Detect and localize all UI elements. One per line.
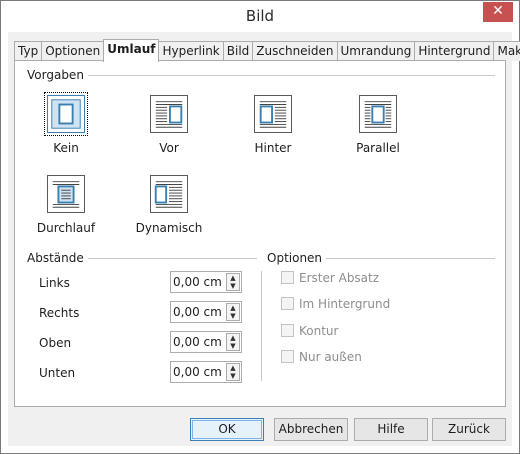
wrap-option-label: Kein (53, 141, 79, 155)
wrap-before-icon (150, 95, 188, 133)
spin-up-icon[interactable]: ▲ (227, 364, 239, 372)
spin-down-icon[interactable]: ▼ (227, 312, 239, 320)
wrap-option-vor[interactable]: Vor (129, 95, 209, 155)
section-separator (261, 271, 262, 381)
spin-buttons[interactable]: ▲ ▼ (226, 273, 240, 291)
section-divider (87, 75, 495, 76)
title-bar: Bild ✕ (1, 1, 519, 32)
tab-panel-umlauf: Vorgaben Kein Vor Hinter Parallel Durchl… (14, 60, 506, 407)
checkbox-im-hintergrund[interactable]: Im Hintergrund (281, 297, 390, 311)
wrap-after-icon (254, 95, 292, 133)
wrap-parallel-icon (359, 95, 397, 133)
spin-down-icon[interactable]: ▼ (227, 372, 239, 380)
wrap-option-label: Hinter (254, 141, 292, 155)
checkbox-label: Nur außen (299, 350, 362, 364)
tab-optionen[interactable]: Optionen (41, 41, 105, 61)
section-label-abstaende: Abstände (27, 251, 88, 265)
spin-buttons[interactable]: ▲ ▼ (226, 333, 240, 351)
tab-hyperlink[interactable]: Hyperlink (158, 41, 224, 61)
spacing-oben-spinfield[interactable]: ▲ ▼ (170, 331, 242, 353)
wrap-option-label: Dynamisch (135, 221, 203, 235)
tab-typ[interactable]: Typ (14, 41, 43, 61)
help-button[interactable]: Hilfe (354, 418, 428, 441)
reset-button[interactable]: Zurück (432, 418, 506, 441)
checkbox-box[interactable] (281, 350, 294, 363)
spacing-rechts-spinfield[interactable]: ▲ ▼ (170, 301, 242, 323)
tab-makro[interactable]: Makro (493, 41, 520, 61)
wrap-optimal-icon (150, 175, 188, 213)
window-title: Bild (245, 7, 275, 25)
close-button[interactable]: ✕ (483, 2, 513, 22)
section-divider (321, 258, 495, 259)
close-icon: ✕ (492, 3, 504, 19)
section-divider (87, 258, 257, 259)
tab-hintergrund[interactable]: Hintergrund (414, 41, 495, 61)
cancel-button[interactable]: Abbrechen (274, 418, 348, 441)
wrap-option-label: Vor (159, 141, 179, 155)
spacing-links-spinfield[interactable]: ▲ ▼ (170, 271, 242, 293)
tab-umlauf[interactable]: Umlauf (103, 39, 160, 62)
wrap-option-kein[interactable]: Kein (26, 92, 106, 155)
spin-up-icon[interactable]: ▲ (227, 274, 239, 282)
spin-buttons[interactable]: ▲ ▼ (226, 363, 240, 381)
checkbox-erster-absatz[interactable]: Erster Absatz (281, 271, 379, 285)
checkbox-box[interactable] (281, 324, 294, 337)
spacing-unten-spinfield[interactable]: ▲ ▼ (170, 361, 242, 383)
spin-buttons[interactable]: ▲ ▼ (226, 303, 240, 321)
spin-down-icon[interactable]: ▼ (227, 342, 239, 350)
spin-up-icon[interactable]: ▲ (227, 334, 239, 342)
spacing-oben-input[interactable] (173, 334, 223, 350)
label-oben: Oben (39, 336, 72, 350)
dialog-client-area: Typ Optionen Umlauf Hyperlink Bild Zusch… (8, 32, 520, 446)
tab-bild[interactable]: Bild (222, 41, 254, 61)
checkbox-box[interactable] (281, 297, 294, 310)
spacing-rechts-input[interactable] (173, 304, 223, 320)
tab-bar: Typ Optionen Umlauf Hyperlink Bild Zusch… (14, 39, 520, 62)
spin-down-icon[interactable]: ▼ (227, 282, 239, 290)
spin-up-icon[interactable]: ▲ (227, 304, 239, 312)
ok-button[interactable]: OK (190, 418, 264, 441)
wrap-through-icon (47, 175, 85, 213)
checkbox-label: Erster Absatz (299, 271, 380, 285)
tab-umrandung[interactable]: Umrandung (336, 41, 416, 61)
checkbox-kontur[interactable]: Kontur (281, 324, 338, 338)
checkbox-nur-aussen[interactable]: Nur außen (281, 350, 362, 364)
checkbox-box[interactable] (281, 271, 294, 284)
tab-zuschneiden[interactable]: Zuschneiden (252, 41, 338, 61)
wrap-option-parallel[interactable]: Parallel (338, 95, 418, 155)
label-links: Links (39, 276, 70, 290)
label-rechts: Rechts (39, 306, 80, 320)
spacing-links-input[interactable] (173, 274, 223, 290)
wrap-option-label: Parallel (356, 141, 400, 155)
section-label-optionen: Optionen (267, 251, 327, 265)
wrap-option-label: Durchlauf (36, 221, 96, 235)
wrap-option-hinter[interactable]: Hinter (233, 95, 313, 155)
checkbox-label: Kontur (299, 324, 339, 338)
label-unten: Unten (39, 366, 76, 380)
wrap-none-icon (44, 92, 88, 136)
wrap-option-dynamisch[interactable]: Dynamisch (129, 175, 209, 235)
section-label-vorgaben: Vorgaben (27, 68, 88, 82)
dialog-window: Bild ✕ Typ Optionen Umlauf Hyperlink Bil… (0, 0, 520, 454)
spacing-unten-input[interactable] (173, 364, 223, 380)
wrap-option-durchlauf[interactable]: Durchlauf (26, 175, 106, 235)
checkbox-label: Im Hintergrund (299, 297, 391, 311)
